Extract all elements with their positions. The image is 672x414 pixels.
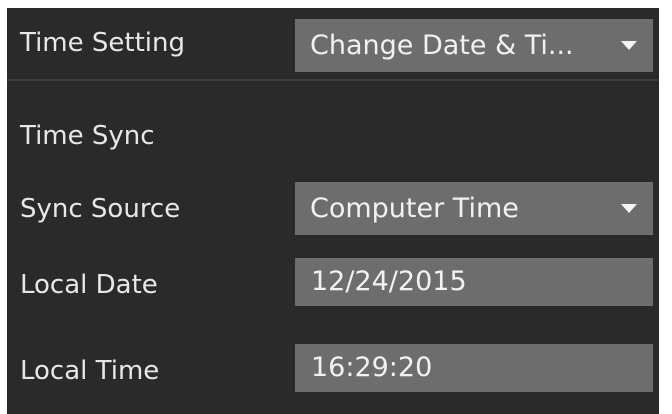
local-time-field[interactable]: 16:29:20 (295, 344, 653, 392)
local-date-field[interactable]: 12/24/2015 (295, 258, 653, 306)
chevron-down-icon (621, 41, 637, 50)
sync-source-select[interactable]: Computer Time (295, 182, 653, 235)
time-setting-select[interactable]: Change Date & Ti... (295, 19, 653, 72)
time-setting-value: Change Date & Ti... (310, 30, 574, 61)
time-settings-panel: Time Setting Change Date & Ti... Time Sy… (7, 8, 659, 414)
time-sync-label: Time Sync (20, 121, 155, 151)
time-setting-label: Time Setting (20, 28, 185, 58)
section-divider (7, 79, 659, 81)
local-time-label: Local Time (20, 356, 160, 386)
chevron-down-icon (621, 204, 637, 213)
sync-source-label: Sync Source (20, 194, 181, 224)
local-date-label: Local Date (20, 270, 158, 300)
top-strip (0, 0, 672, 8)
sync-source-value: Computer Time (310, 193, 519, 224)
